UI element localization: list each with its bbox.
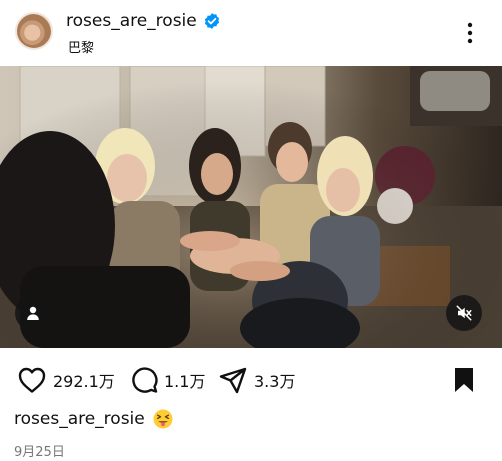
video-frame (0, 66, 502, 348)
bookmark-icon[interactable] (452, 367, 476, 393)
mute-button[interactable] (446, 295, 482, 331)
post-video[interactable] (0, 66, 502, 348)
location[interactable]: 巴黎 (68, 37, 94, 56)
comment-icon[interactable] (130, 366, 158, 394)
username-row: roses_are_rosie (66, 9, 221, 33)
verified-badge-icon (204, 13, 219, 29)
share-count: 3.3万 (254, 372, 296, 391)
post-header: roses_are_rosie 巴黎 (0, 0, 502, 66)
username[interactable]: roses_are_rosie (66, 11, 197, 31)
more-options-icon[interactable] (461, 20, 479, 46)
comment-count: 1.1万 (164, 372, 206, 391)
comment-action[interactable]: 1.1万 (130, 360, 205, 400)
like-count: 292.1万 (53, 372, 115, 391)
send-icon[interactable] (218, 366, 248, 394)
share-action[interactable]: 3.3万 (218, 360, 295, 400)
squinting-tongue-emoji-icon (153, 409, 173, 429)
user-tag-button[interactable] (15, 295, 51, 331)
action-bar: 292.1万 1.1万 3.3万 (0, 360, 502, 400)
caption: roses_are_rosie (14, 409, 173, 429)
user-tag-icon (27, 306, 39, 320)
post-date: 9月25日 (14, 445, 65, 460)
caption-username[interactable]: roses_are_rosie (14, 409, 145, 429)
mute-icon (456, 305, 472, 321)
avatar[interactable] (15, 12, 53, 50)
heart-icon[interactable] (17, 366, 47, 394)
like-action[interactable]: 292.1万 (17, 360, 115, 400)
